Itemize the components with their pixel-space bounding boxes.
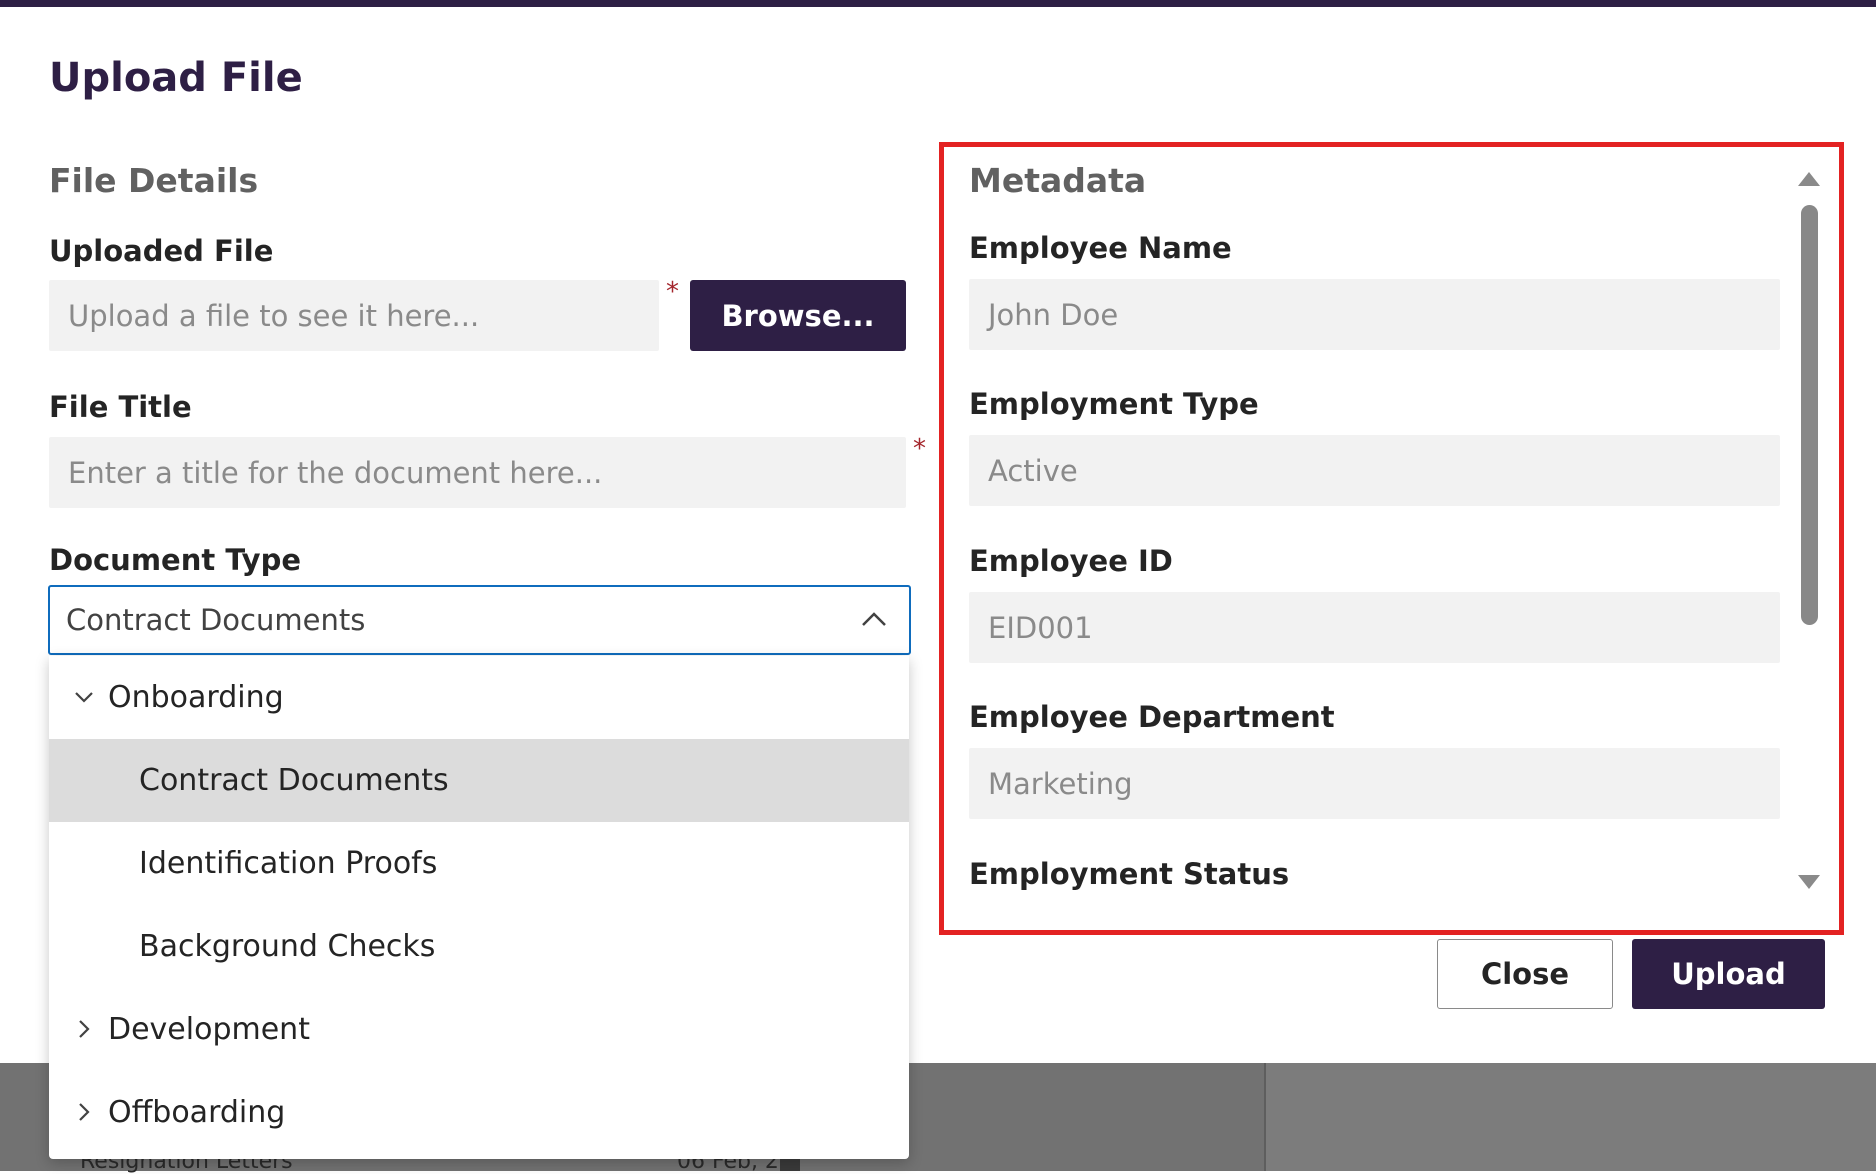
dropdown-group-development[interactable]: Development bbox=[49, 988, 909, 1071]
metadata-scrollbar-thumb[interactable] bbox=[1801, 205, 1818, 625]
dropdown-option-contract-documents[interactable]: Contract Documents bbox=[49, 739, 909, 822]
dropdown-option-background-checks[interactable]: Background Checks bbox=[49, 905, 909, 988]
dropdown-group-offboarding[interactable]: Offboarding bbox=[49, 1071, 909, 1154]
chevron-right-icon bbox=[79, 1020, 90, 1038]
scroll-up-arrow-icon bbox=[1798, 172, 1820, 186]
dropdown-group-onboarding[interactable]: Onboarding bbox=[49, 656, 909, 739]
document-type-label: Document Type bbox=[49, 543, 301, 577]
group-label: Development bbox=[108, 1012, 310, 1047]
employee-department-label: Employee Department bbox=[969, 700, 1335, 734]
dialog-title: Upload File bbox=[49, 55, 303, 101]
file-title-input[interactable]: Enter a title for the document here... bbox=[49, 437, 906, 508]
dropdown-option-identification-proofs[interactable]: Identification Proofs bbox=[49, 822, 909, 905]
uploaded-file-field[interactable]: Upload a file to see it here... bbox=[49, 280, 659, 351]
document-type-dropdown: Onboarding Contract Documents Identifica… bbox=[49, 656, 909, 1159]
chevron-down-icon bbox=[75, 692, 93, 703]
browse-button[interactable]: Browse... bbox=[690, 280, 906, 351]
employee-name-field[interactable]: John Doe bbox=[969, 279, 1780, 350]
required-indicator: * bbox=[913, 434, 926, 464]
file-title-label: File Title bbox=[49, 390, 192, 424]
chevron-right-icon bbox=[79, 1103, 90, 1121]
required-indicator: * bbox=[666, 277, 679, 307]
employee-department-field[interactable]: Marketing bbox=[969, 748, 1780, 819]
document-type-value: Contract Documents bbox=[66, 603, 366, 637]
close-button[interactable]: Close bbox=[1437, 939, 1613, 1009]
upload-button[interactable]: Upload bbox=[1632, 939, 1825, 1009]
document-type-select[interactable]: Contract Documents bbox=[48, 585, 911, 655]
employment-type-field[interactable]: Active bbox=[969, 435, 1780, 506]
file-details-heading: File Details bbox=[49, 161, 259, 200]
group-label: Onboarding bbox=[108, 680, 284, 715]
option-label: Background Checks bbox=[139, 929, 436, 964]
metadata-heading: Metadata bbox=[969, 161, 1147, 200]
employee-id-label: Employee ID bbox=[969, 544, 1173, 578]
option-label: Contract Documents bbox=[139, 763, 449, 798]
group-label: Offboarding bbox=[108, 1095, 286, 1130]
employee-name-label: Employee Name bbox=[969, 231, 1232, 265]
top-accent-bar bbox=[0, 0, 1876, 7]
option-label: Identification Proofs bbox=[139, 846, 438, 881]
scroll-down-arrow-icon bbox=[1798, 875, 1820, 889]
employee-id-field[interactable]: EID001 bbox=[969, 592, 1780, 663]
employment-type-label: Employment Type bbox=[969, 387, 1259, 421]
background-right-pane bbox=[1266, 1063, 1876, 1171]
chevron-up-icon bbox=[862, 612, 886, 626]
employment-status-label: Employment Status bbox=[969, 857, 1290, 891]
uploaded-file-label: Uploaded File bbox=[49, 234, 274, 268]
